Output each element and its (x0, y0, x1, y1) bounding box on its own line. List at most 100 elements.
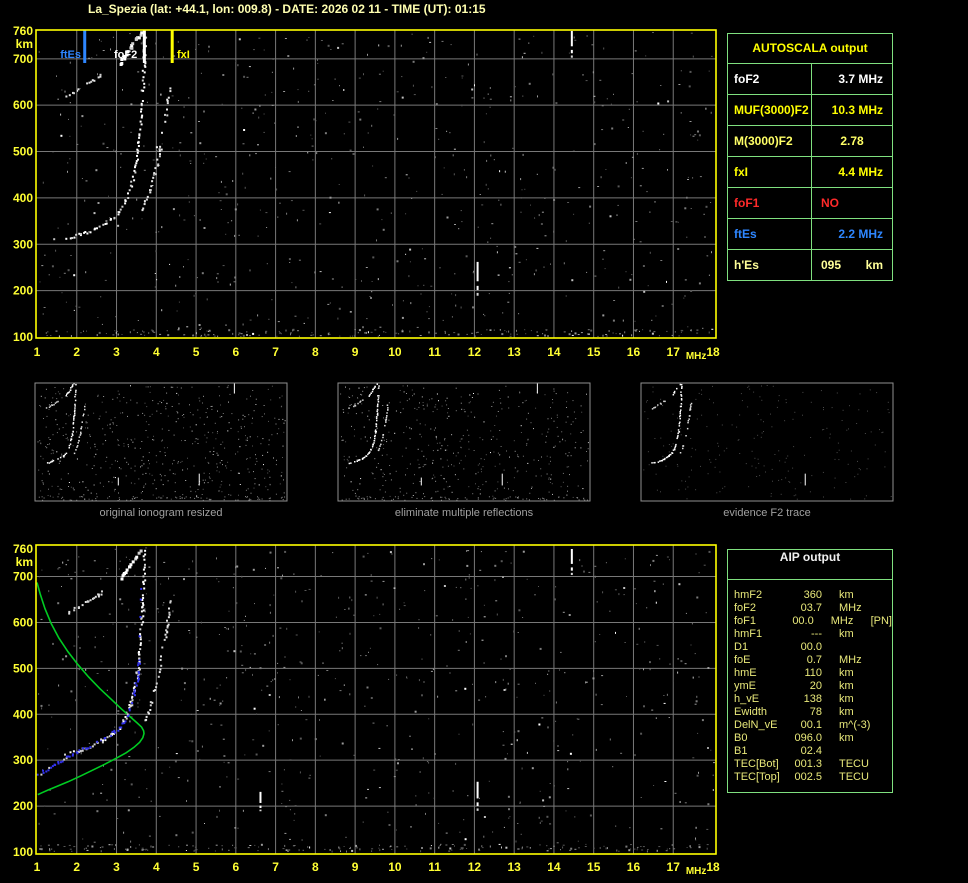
y-tick-label: 760 (13, 24, 33, 38)
table-row: foF1 NO (728, 188, 892, 219)
plot-border (35, 544, 717, 855)
aip-row: Ewidth 78 km (734, 706, 892, 719)
x-tick-label: 11 (428, 860, 441, 874)
x-tick-label: 5 (193, 860, 200, 874)
aip-rows: hmF2 360 km foF2 03.7 MHz foF1 00.0 MHz [PN] hmF1 -… (728, 580, 892, 784)
aip-param-flag: [PN] (870, 615, 892, 627)
y-tick-label: 760 (13, 542, 33, 556)
aip-param-value: 138 (803, 693, 822, 705)
thumbnail-original (34, 382, 288, 502)
aip-param-label: h_vE (734, 693, 760, 705)
aip-row: TEC[Bot] 001.3 TECU (734, 758, 892, 771)
aip-row: foF2 03.7 MHz (734, 602, 892, 615)
aip-row: hmF1 --- km (734, 628, 892, 641)
aip-param-label: TEC[Top] (734, 771, 780, 783)
echo-traces (65, 31, 172, 240)
page-title: La_Spezia (lat: +44.1, lon: 009.8) - DAT… (88, 2, 486, 16)
aip-param-label: foE (734, 654, 751, 666)
aip-param-value: 360 (803, 589, 822, 601)
x-tick-label: 17 (667, 860, 681, 874)
aip-param-unit (839, 641, 883, 654)
aip-param-value: 00.0 (800, 641, 822, 653)
param-label: foF2 (728, 64, 812, 94)
param-label: M(3000)F2 (728, 126, 812, 156)
table-row: fxI 4.4 MHz (728, 157, 892, 188)
ionogram-plot-scaled_ionogram: 760700600500400300200100km1 2 3 4 5 6 7 8 9 10 11 1… (13, 24, 720, 362)
param-label: foF1 (728, 188, 812, 218)
aip-row: DelN_vE 00.1 m^(-3) (734, 719, 892, 732)
aip-param-value: 096.0 (794, 732, 822, 744)
x-tick-label: 14 (547, 345, 561, 359)
aip-row: B0 096.0 km (734, 732, 892, 745)
x-tick-label: 16 (627, 345, 641, 359)
x-tick-label: 18 (706, 345, 720, 359)
param-value: 3.7 MHz (838, 72, 883, 86)
plot-border (35, 29, 717, 339)
y-tick-label: 500 (13, 661, 33, 675)
x-tick-label: 11 (428, 345, 441, 359)
table-row: foF2 3.7 MHz (728, 64, 892, 95)
aip-param-label: B1 (734, 745, 748, 757)
x-tick-label: 10 (388, 345, 402, 359)
aip-param-label: Ewidth (734, 706, 768, 718)
thumbnail-caption-f2trace: evidence F2 trace (723, 507, 811, 519)
y-tick-label: 200 (13, 284, 33, 298)
param-value: 10.3 MHz (831, 103, 883, 117)
x-tick-label: 2 (73, 860, 80, 874)
y-axis-unit: km (16, 555, 33, 569)
x-tick-label: 6 (232, 345, 239, 359)
x-tick-label: 15 (587, 860, 601, 874)
marker-label-ftes: ftEs (60, 49, 81, 61)
param-value: 4.4 MHz (838, 165, 883, 179)
x-tick-label: 6 (232, 860, 239, 874)
density-profile-curve (36, 582, 145, 796)
aip-param-label: hmF1 (734, 628, 763, 640)
thumbnail-border (640, 382, 894, 502)
x-tick-label: 13 (507, 345, 521, 359)
aip-param-value: 78 (809, 706, 822, 718)
param-label: fxI (728, 157, 812, 187)
thumbnail-caption-multiples: eliminate multiple reflections (394, 507, 534, 519)
param-value: 095 km (812, 250, 892, 280)
aip-row: h_vE 138 km (734, 693, 892, 706)
aip-param-unit: km (839, 628, 854, 640)
aip-param-label: D1 (734, 641, 749, 653)
aip-param-value: 03.7 (800, 602, 822, 614)
x-tick-label: 3 (113, 860, 120, 874)
thumbnail-border (34, 382, 288, 502)
aip-param-unit: km (839, 680, 854, 692)
param-label: ftEs (728, 219, 812, 249)
y-tick-label: 700 (13, 52, 33, 66)
x-tick-label: 17 (667, 345, 681, 359)
thumbnail-no-multiples (337, 382, 591, 502)
x-tick-label: 18 (706, 860, 720, 874)
y-tick-label: 200 (13, 799, 33, 813)
aip-param-value: 001.3 (794, 758, 822, 770)
aip-param-value: 110 (804, 667, 822, 679)
x-tick-label: 3 (113, 345, 120, 359)
x-tick-label: 1 (34, 860, 41, 874)
aip-row: TEC[Top] 002.5 TECU (734, 771, 892, 784)
aip-row: foF1 00.0 MHz [PN] (734, 615, 892, 628)
aip-param-label: hmF2 (734, 589, 763, 601)
noise-layer (38, 547, 715, 853)
x-tick-label: 5 (193, 345, 200, 359)
aip-param-unit: TECU (839, 771, 869, 783)
grid-lines (36, 545, 716, 854)
table-row: ftEs 2.2 MHz (728, 219, 892, 250)
ionogram-plot-ionogram_with_profile: 760700600500400300200100km1 2 3 4 5 6 7 8 9 10 11 1… (13, 542, 720, 877)
param-label: h'Es (728, 250, 812, 280)
x-tick-label: 10 (388, 860, 402, 874)
axis-labels: 760700600500400300200100km1 2 3 4 5 6 7 8 9 10 11 1… (13, 24, 720, 362)
x-axis-unit: MHz (686, 351, 707, 362)
y-tick-label: 300 (13, 753, 33, 767)
y-tick-label: 100 (13, 330, 33, 344)
thumbnail-caption-original: original ionogram resized (99, 507, 223, 519)
aip-param-value: 0.7 (806, 654, 822, 666)
x-tick-label: 1 (34, 345, 41, 359)
y-axis-unit: km (16, 37, 33, 51)
y-tick-label: 500 (13, 145, 33, 159)
param-value: 2.78 (840, 134, 864, 148)
y-tick-label: 300 (13, 237, 33, 251)
aip-param-unit: MHz (839, 602, 862, 614)
